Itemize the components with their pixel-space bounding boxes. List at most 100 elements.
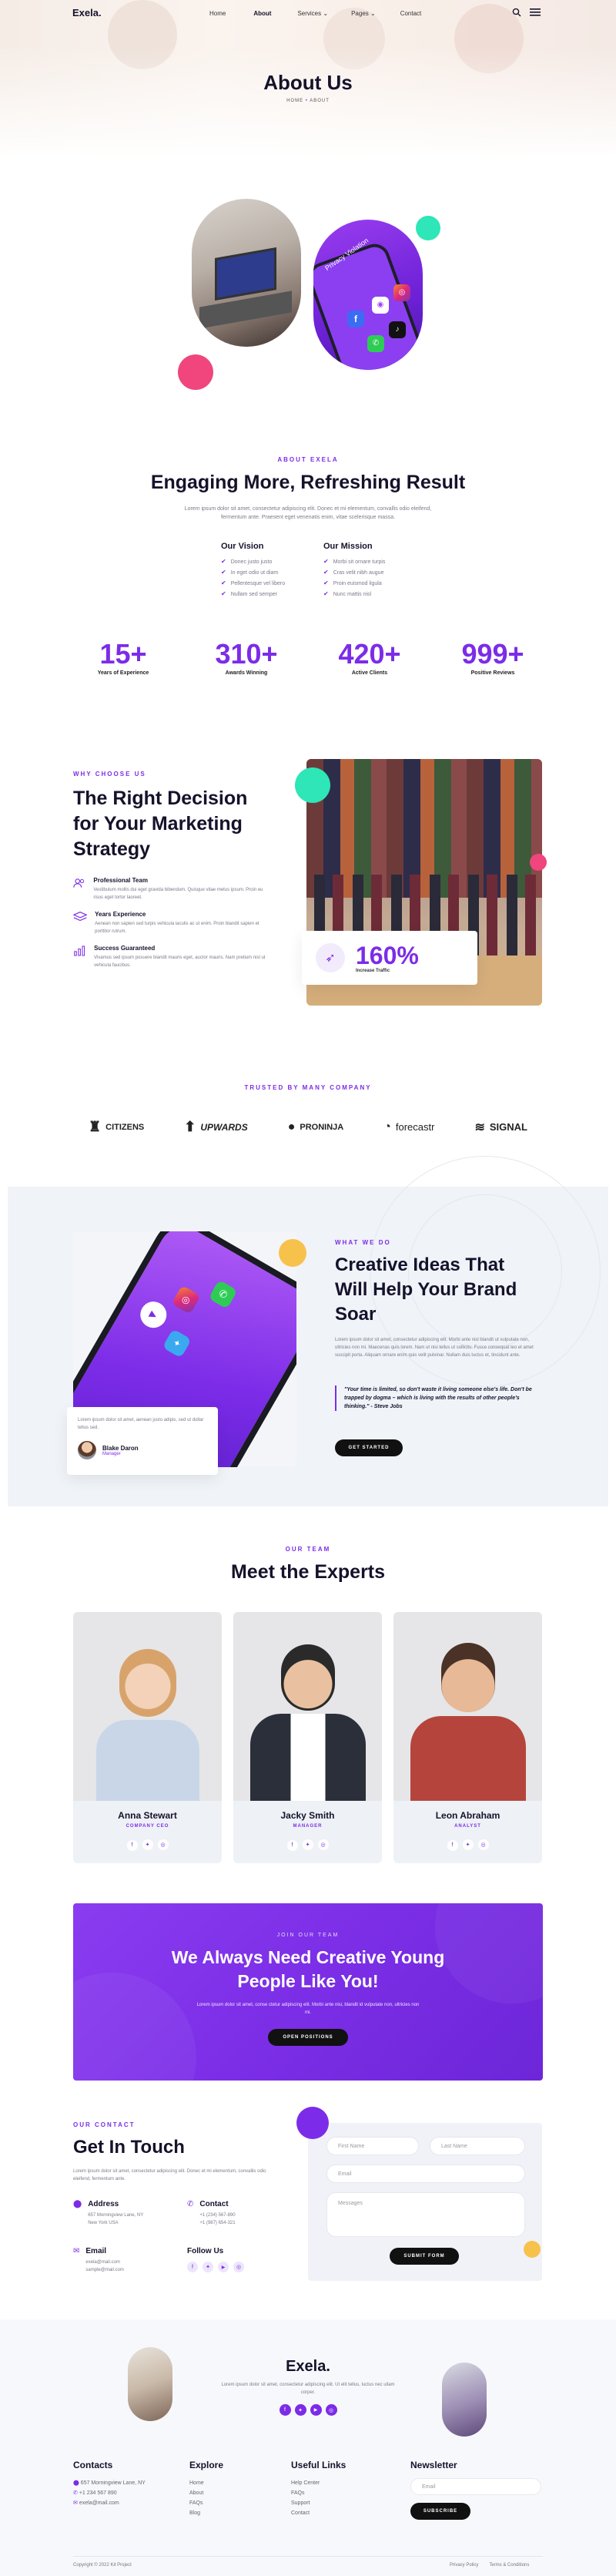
footer-explore: Explore Home About FAQs Blog bbox=[189, 2460, 282, 2518]
why-title: The Right Decision for Your Marketing Stra… bbox=[73, 788, 248, 860]
instagram-icon[interactable]: ◎ bbox=[233, 2262, 244, 2272]
twitter-icon[interactable]: ✦ bbox=[462, 1839, 474, 1850]
stat-number: 15+ bbox=[99, 638, 147, 670]
footer-link[interactable]: Blog bbox=[189, 2508, 282, 2518]
laptop-body bbox=[199, 291, 292, 329]
youtube-icon[interactable]: ▶ bbox=[310, 2404, 322, 2416]
breadcrumb-home[interactable]: HOME bbox=[286, 99, 303, 103]
footer-newsletter: Newsletter Email SUBSCRIBE bbox=[410, 2460, 543, 2520]
first-name-input[interactable]: First Name bbox=[326, 2137, 419, 2155]
testimonial-card: Lorem ipsum dolor sit amet, aenean justo… bbox=[67, 1407, 218, 1475]
chevron-down-icon: ⌄ bbox=[323, 10, 329, 17]
avatar bbox=[78, 1441, 96, 1459]
get-started-button[interactable]: GET STARTED bbox=[335, 1439, 403, 1456]
feature-item: Success Guaranteed Vivamus sed ipsum posu… bbox=[73, 945, 273, 969]
facebook-icon: f bbox=[347, 311, 364, 327]
contact-title-label: Contact bbox=[199, 2200, 229, 2208]
nav-pages[interactable]: Pages ⌄ bbox=[351, 10, 376, 17]
footer-link[interactable]: Home bbox=[189, 2478, 282, 2488]
nav-home[interactable]: Home bbox=[209, 10, 226, 17]
member-role: MANAGER bbox=[293, 1824, 323, 1829]
breadcrumb-sep: • bbox=[305, 99, 308, 103]
submit-form-button[interactable]: SUBMIT FORM bbox=[390, 2248, 459, 2265]
list-item: ✔ Pellentesque vel libero bbox=[221, 579, 286, 586]
footer-contacts: Contacts ⬤ 657 Morningview Lane, NY ✆ +1… bbox=[73, 2460, 181, 2508]
list-item: ✔ Nunc mattis nisl bbox=[323, 590, 372, 597]
open-positions-button[interactable]: OPEN POSITIONS bbox=[268, 2029, 348, 2046]
twitter-icon[interactable]: ✦ bbox=[203, 2262, 213, 2272]
footer-heading: Contacts bbox=[73, 2460, 113, 2470]
nav-services[interactable]: Services ⌄ bbox=[297, 10, 328, 17]
team-card[interactable]: Anna Stewart COMPANY CEO f ✦ ◎ bbox=[73, 1612, 222, 1863]
instagram-icon[interactable]: ◎ bbox=[477, 1839, 489, 1850]
deco-mint-circle bbox=[295, 767, 330, 803]
stat-item: 310+ Awards Winning bbox=[196, 638, 296, 676]
check-icon: ✔ bbox=[221, 590, 226, 597]
menu-icon[interactable] bbox=[530, 8, 541, 16]
main-nav: Home About Services ⌄ Pages ⌄ Contact bbox=[209, 10, 421, 17]
email-input[interactable]: Email bbox=[326, 2165, 525, 2183]
badge-number: 160% bbox=[356, 942, 419, 969]
stat-item: 999+ Positive Reviews bbox=[443, 638, 543, 676]
brand-logo[interactable]: Exela. bbox=[72, 7, 102, 18]
facebook-icon[interactable]: f bbox=[286, 1839, 298, 1851]
hero: Exela. Home About Services ⌄ Pages ⌄ Con… bbox=[0, 0, 616, 154]
footer-link[interactable]: FAQs bbox=[291, 2488, 383, 2498]
facebook-icon[interactable]: f bbox=[126, 1839, 138, 1851]
team-card[interactable]: Jacky Smith MANAGER f ✦ ◎ bbox=[233, 1612, 382, 1863]
nav-about[interactable]: About bbox=[253, 10, 271, 17]
twitter-icon[interactable]: ✦ bbox=[142, 1839, 153, 1850]
twitter-icon[interactable]: ✦ bbox=[302, 1839, 313, 1850]
footer-link[interactable]: Support bbox=[291, 2498, 383, 2508]
facebook-icon[interactable]: f bbox=[187, 2262, 198, 2272]
vision-block: Our Vision ✔ Donec justo justo ✔ In eget o… bbox=[221, 542, 313, 599]
member-name: Anna Stewart bbox=[118, 1810, 177, 1821]
message-textarea[interactable]: Messages bbox=[326, 2192, 525, 2237]
deco-yellow-circle bbox=[279, 1239, 306, 1267]
facebook-icon[interactable]: f bbox=[447, 1839, 458, 1851]
whatsapp-icon: ✆ bbox=[208, 1279, 238, 1309]
about-eyebrow: ABOUT EXELA bbox=[277, 456, 339, 463]
check-icon: ✔ bbox=[323, 590, 329, 597]
logo-citizens: ♜ CITIZENS bbox=[89, 1119, 145, 1134]
footer-logo[interactable]: Exela. bbox=[0, 2358, 616, 2376]
list-item: ✔ Proin euismod ligula bbox=[323, 579, 382, 586]
proninja-logo-icon: ● bbox=[287, 1120, 296, 1134]
feature-desc: Vivamus sed ipsum posuere blandit mauris… bbox=[94, 956, 266, 968]
twitter-icon[interactable]: ✦ bbox=[294, 2404, 306, 2416]
search-icon[interactable] bbox=[512, 8, 521, 17]
nav-contact[interactable]: Contact bbox=[400, 10, 422, 17]
check-icon: ✔ bbox=[221, 569, 226, 576]
about-desc: Lorem ipsum dolor sit amet, consectetur … bbox=[184, 506, 432, 520]
join-banner: JOIN OUR TEAM We Always Need Creative Yo… bbox=[73, 1903, 543, 2081]
mail-icon: ✉ bbox=[73, 2500, 78, 2506]
team-card[interactable]: Leon Abraham ANALYST f ✦ ◎ bbox=[393, 1612, 542, 1863]
check-icon: ✔ bbox=[323, 569, 329, 576]
map-pin-icon: ⬤ bbox=[73, 2480, 79, 2486]
deco-purple-circle bbox=[296, 2107, 329, 2139]
photo-body bbox=[96, 1720, 199, 1801]
member-socials: f ✦ ◎ bbox=[233, 1836, 382, 1851]
footer-link[interactable]: About bbox=[189, 2488, 282, 2498]
logo-forecastr: ◔ forecastr bbox=[383, 1120, 435, 1134]
footer-link[interactable]: FAQs bbox=[189, 2498, 282, 2508]
footer-link[interactable]: Help Center bbox=[291, 2478, 383, 2488]
contact-desc: Lorem ipsum dolor sit amet, consectetur … bbox=[73, 2169, 266, 2181]
instagram-icon[interactable]: ◎ bbox=[317, 1839, 329, 1850]
terms-link[interactable]: Terms & Conditions bbox=[489, 2563, 529, 2568]
privacy-policy-link[interactable]: Privacy Policy bbox=[450, 2563, 478, 2568]
logo-proninja: ● PRONINJA bbox=[287, 1120, 344, 1134]
subscribe-button[interactable]: SUBSCRIBE bbox=[410, 2503, 470, 2520]
team-title: Meet the Experts bbox=[230, 1561, 386, 1583]
newsletter-input[interactable]: Email bbox=[410, 2478, 541, 2495]
photo-head bbox=[281, 1644, 335, 1711]
last-name-input[interactable]: Last Name bbox=[430, 2137, 525, 2155]
author-name: Blake Daron bbox=[102, 1444, 139, 1452]
youtube-icon[interactable]: ▶ bbox=[218, 2262, 229, 2272]
facebook-icon[interactable]: f bbox=[279, 2404, 291, 2416]
about-title: Engaging More, Refreshing Result bbox=[150, 472, 466, 493]
instagram-icon[interactable]: ◎ bbox=[325, 2404, 337, 2416]
instagram-icon[interactable]: ◎ bbox=[157, 1839, 169, 1850]
footer-link[interactable]: Contact bbox=[291, 2508, 383, 2518]
check-icon: ✔ bbox=[221, 558, 226, 565]
